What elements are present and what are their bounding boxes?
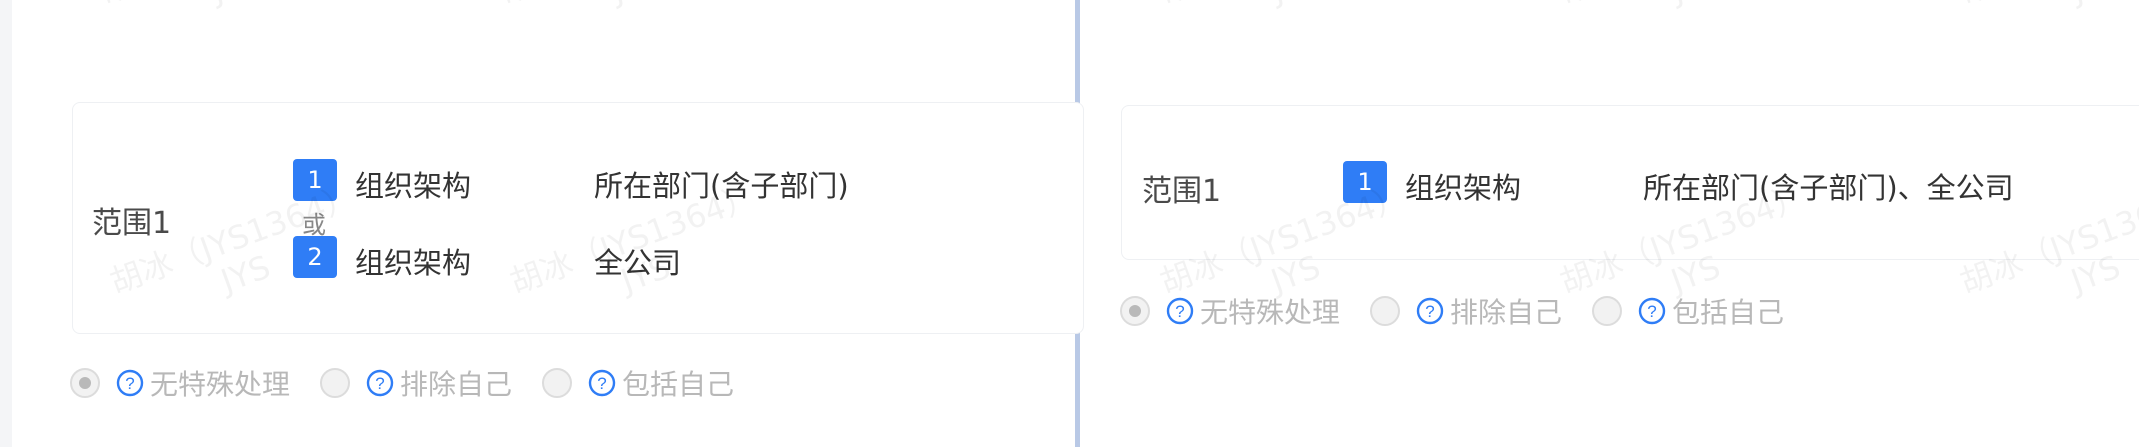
radio-unselected-icon[interactable]	[1370, 296, 1401, 326]
svg-text:?: ?	[1647, 302, 1656, 321]
left-row-1-category: 组织架构	[355, 169, 472, 203]
right-row-1-index-badge: 1	[1343, 161, 1387, 203]
watermark-line2: JYS	[1666, 0, 1725, 10]
watermark-line1: 胡冰（JYS1364）	[95, 0, 351, 11]
right-option-no-special-label: 无特殊处理	[1200, 296, 1341, 329]
left-row-2-category: 组织架构	[355, 246, 472, 280]
help-icon[interactable]: ?	[1638, 297, 1666, 325]
left-option-no-special-label: 无特殊处理	[150, 368, 291, 401]
left-row-2-index-badge: 2	[293, 236, 337, 278]
right-option-include-self-label: 包括自己	[1672, 296, 1785, 329]
left-edge-strip	[0, 0, 12, 447]
right-row-1-category: 组织架构	[1405, 171, 1522, 205]
left-option-include-self-label: 包括自己	[622, 368, 735, 401]
left-options-group: ? 无特殊处理 ? 排除自己 ? 包括自己	[70, 363, 764, 403]
right-option-exclude-self-label: 排除自己	[1450, 296, 1563, 329]
left-option-exclude-self-label: 排除自己	[400, 368, 513, 401]
watermark: 胡冰（JYS1364） JYS	[1555, 0, 1823, 46]
left-row-1-index-badge: 1	[293, 159, 337, 201]
radio-unselected-icon[interactable]	[320, 368, 351, 398]
watermark-line2: JYS	[1266, 0, 1325, 10]
left-row-1-value: 所在部门(含子部门)	[594, 169, 849, 203]
svg-text:?: ?	[125, 374, 134, 393]
watermark: 胡冰（JYS1364） JYS	[495, 0, 763, 46]
right-option-exclude-self[interactable]: ? 排除自己	[1370, 291, 1562, 331]
left-or-connector: 或	[302, 211, 326, 239]
svg-text:?: ?	[597, 374, 606, 393]
radio-unselected-icon[interactable]	[542, 368, 573, 398]
svg-text:?: ?	[1175, 302, 1184, 321]
watermark-line2: JYS	[206, 0, 265, 10]
watermark-line1: 胡冰（JYS1364）	[1155, 0, 1411, 11]
radio-unselected-icon[interactable]	[1592, 296, 1623, 326]
left-option-no-special[interactable]: ? 无特殊处理	[70, 363, 290, 403]
left-option-exclude-self[interactable]: ? 排除自己	[320, 363, 512, 403]
watermark-line1: 胡冰（JYS1364）	[1555, 0, 1811, 11]
radio-selected-icon[interactable]	[1120, 296, 1150, 326]
help-icon[interactable]: ?	[588, 369, 616, 397]
help-icon[interactable]: ?	[366, 369, 394, 397]
help-icon[interactable]: ?	[116, 369, 144, 397]
right-option-no-special[interactable]: ? 无特殊处理	[1120, 291, 1340, 331]
watermark-line1: 胡冰（JYS1364）	[495, 0, 751, 11]
watermark-line2: JYS	[606, 0, 665, 10]
svg-text:?: ?	[375, 374, 384, 393]
left-option-include-self[interactable]: ? 包括自己	[542, 363, 734, 403]
watermark-line2: JYS	[2066, 0, 2125, 10]
svg-text:?: ?	[1425, 302, 1434, 321]
watermark: 胡冰（JYS1364） JYS	[1955, 0, 2139, 46]
left-range-label: 范围1	[92, 206, 172, 241]
left-row-2-value: 全公司	[594, 246, 682, 280]
watermark-line1: 胡冰（JYS1364）	[1955, 0, 2139, 11]
left-range-card	[72, 102, 1084, 334]
right-range-label: 范围1	[1142, 174, 1222, 209]
right-option-include-self[interactable]: ? 包括自己	[1592, 291, 1784, 331]
radio-selected-icon[interactable]	[70, 368, 100, 398]
right-row-1-value: 所在部门(含子部门)、全公司	[1643, 171, 2014, 205]
watermark: 胡冰（JYS1364） JYS	[1155, 0, 1423, 46]
right-options-group: ? 无特殊处理 ? 排除自己 ? 包括自己	[1120, 291, 1814, 331]
help-icon[interactable]: ?	[1416, 297, 1444, 325]
watermark: 胡冰（JYS1364） JYS	[95, 0, 363, 46]
help-icon[interactable]: ?	[1166, 297, 1194, 325]
